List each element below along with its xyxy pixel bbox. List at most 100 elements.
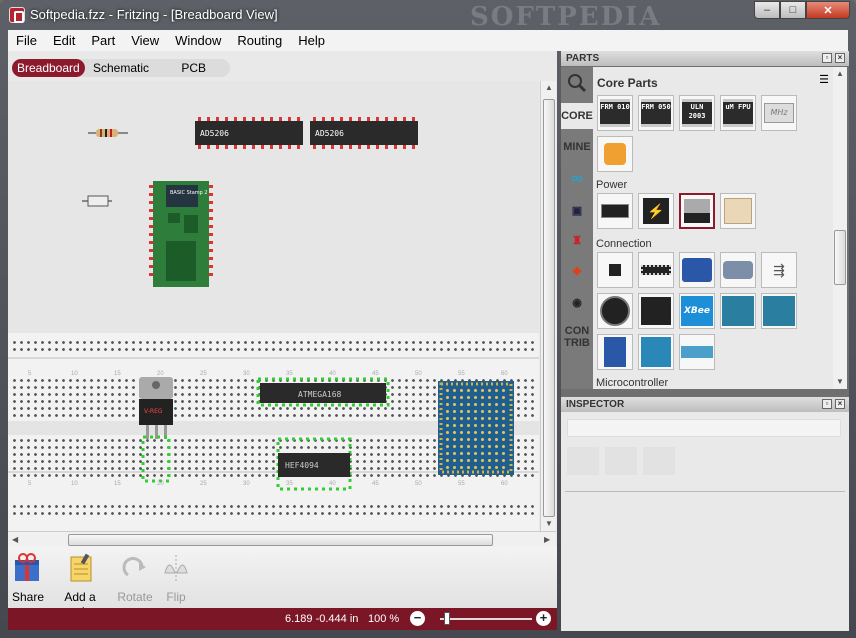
breadboard-column-number: 55 [458,371,465,377]
chip-label: HEF4094 [285,461,319,470]
parts-scrollbar[interactable]: ▲ ▼ [833,67,847,389]
regulator-label: V-REG [144,408,163,415]
bin-core[interactable]: CORE [561,103,593,129]
undock-icon[interactable]: ▫ [822,53,832,63]
menu-routing[interactable]: Routing [229,33,290,48]
tab-breadboard[interactable]: Breadboard [12,59,85,77]
close-button[interactable]: ✕ [806,1,850,19]
breadboard-column-number: 45 [372,371,379,377]
part-arduino-shield[interactable] [761,293,797,329]
breadboard-column-number: 10 [71,481,78,487]
core-parts-list: Core Parts ☰ FRM 010 FRM 050 ULN 2003 uM… [593,67,833,389]
part-header[interactable] [638,252,674,288]
minimize-button[interactable]: – [754,1,780,19]
robotics-bin-icon[interactable]: ▣ [561,201,593,221]
breadboard-column-number: 15 [114,481,121,487]
part-db9[interactable] [720,252,756,288]
scroll-up-icon[interactable]: ▲ [836,69,844,78]
battery-holder-icon [724,198,752,224]
sparkfun-bin-icon[interactable]: ◆ [561,261,593,281]
menu-help[interactable]: Help [290,33,333,48]
part-frm050[interactable]: FRM 050 [638,95,674,131]
breadboard-column-number: 30 [243,481,250,487]
breadboard-column-number: 45 [372,481,379,487]
menu-part[interactable]: Part [83,33,123,48]
header-icon [641,265,671,275]
search-icon[interactable] [567,73,587,93]
part-battery[interactable] [597,193,633,229]
rotate-button[interactable]: Rotate [116,553,154,604]
part-battery-holder[interactable] [720,193,756,229]
part-um-fpu[interactable]: uM FPU [720,95,756,131]
bin-title: Core Parts [597,76,658,90]
tab-schematic[interactable]: Schematic [85,59,158,77]
bin-menu-icon[interactable]: ☰ [819,73,829,86]
contrib-bin-icon[interactable]: ◉ [561,293,593,313]
part-lcd[interactable] [597,334,633,370]
menu-edit[interactable]: Edit [45,33,83,48]
close-panel-icon[interactable]: × [835,399,845,409]
part-usb[interactable]: ⇶ [761,252,797,288]
part-ceramic-resonator[interactable] [597,136,633,172]
chip-atmega168[interactable]: ATMEGA168 [256,377,390,407]
snootlab-bin-icon[interactable]: ♜ [561,231,593,251]
part-jack[interactable] [597,252,633,288]
vertical-scroll-thumb[interactable] [543,99,555,517]
shield-board-icon [763,296,795,326]
part-perfboard[interactable] [638,334,674,370]
voltage-regulator[interactable]: V-REG [139,377,173,483]
undock-icon[interactable]: ▫ [822,399,832,409]
share-button[interactable]: Share [12,553,44,604]
parts-panel-header: PARTS ▫ × [561,51,849,66]
part-crystal[interactable]: MHz [761,95,797,131]
scroll-down-icon[interactable]: ▼ [836,377,844,386]
zoom-slider-track[interactable] [440,618,532,620]
breadboard-canvas[interactable]: AD5206 AD5206 BASIC Stamp 2 V-REG ATMEGA… [8,81,539,531]
part-ethernet-shield[interactable] [720,293,756,329]
part-rj45[interactable] [638,293,674,329]
zoom-in-button[interactable]: + [536,611,551,626]
menu-view[interactable]: View [123,33,167,48]
bin-contrib[interactable]: CON TRIB [561,325,593,349]
tab-pcb[interactable]: PCB [157,59,230,77]
pcb-image-preview [643,447,675,475]
part-xbee[interactable]: XBee [679,293,715,329]
breadboard-column-number: 35 [286,371,293,377]
breadboard-column-number: 10 [71,371,78,377]
inspector-divider [565,491,845,492]
horizontal-scroll-thumb[interactable] [68,534,493,546]
part-voltage-regulator[interactable] [679,193,715,229]
zoom-slider-handle[interactable] [444,612,451,625]
zoom-out-button[interactable]: − [410,611,425,626]
scroll-up-icon[interactable]: ▲ [545,83,553,92]
inspector-title-field[interactable] [567,419,841,437]
maximize-button[interactable]: □ [780,1,806,19]
bin-mine[interactable]: MINE [561,137,593,157]
menu-file[interactable]: File [8,33,45,48]
menu-window[interactable]: Window [167,33,229,48]
stripboard-icon [681,346,713,358]
parts-scroll-thumb[interactable] [834,230,846,285]
close-panel-icon[interactable]: × [835,53,845,63]
scroll-right-icon[interactable]: ▶ [544,535,550,544]
resonator-icon [604,143,626,165]
battery-icon [601,204,629,218]
arduino-bin-icon[interactable]: ∞ [561,169,593,189]
part-mini-din[interactable] [597,293,633,329]
fritzing-app-icon[interactable] [9,7,25,23]
part-frm010[interactable]: FRM 010 [597,95,633,131]
part-power-supply[interactable]: ⚡ [638,193,674,229]
flip-button[interactable]: Flip [161,553,191,604]
canvas-horizontal-scrollbar[interactable]: ◀ ▶ [8,531,556,547]
part-stripboard[interactable] [679,334,715,370]
chip-label: ATMEGA168 [298,390,342,399]
canvas-vertical-scrollbar[interactable]: ▲ ▼ [540,81,556,531]
part-screw-terminal[interactable] [679,252,715,288]
part-uln2003[interactable]: ULN 2003 [679,95,715,131]
scroll-left-icon[interactable]: ◀ [12,535,18,544]
scroll-down-icon[interactable]: ▼ [545,519,553,528]
breadboard-column-number: 30 [243,371,250,377]
breadboard-column-number: 60 [501,371,508,377]
softpedia-watermark: SOFTPEDIA [470,2,662,32]
lightning-icon: ⚡ [643,198,669,224]
